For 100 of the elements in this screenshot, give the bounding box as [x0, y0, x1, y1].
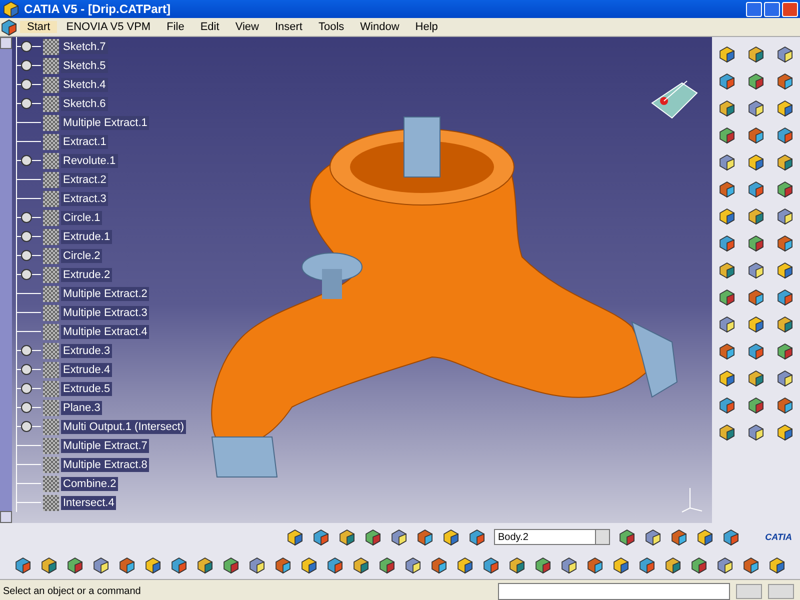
menu-item[interactable]: Window — [353, 21, 406, 33]
cube-icon[interactable] — [776, 342, 794, 360]
expand-icon[interactable] — [21, 345, 32, 356]
tree-item[interactable]: Multiple Extract.2 — [61, 286, 150, 300]
cube-icon[interactable] — [248, 556, 266, 574]
tree-item[interactable]: Multi Output.1 (Intersect) — [61, 420, 186, 434]
tree-item[interactable]: Sketch.4 — [61, 78, 108, 92]
tree-item[interactable]: Multiple Extract.4 — [61, 324, 150, 338]
tree-item[interactable]: Extract.2 — [61, 172, 108, 186]
cube-icon[interactable] — [222, 556, 240, 574]
expand-icon[interactable] — [21, 212, 32, 223]
cube-icon[interactable] — [746, 261, 765, 279]
cube-icon[interactable] — [722, 528, 740, 546]
cube-icon[interactable] — [644, 528, 662, 546]
tree-item[interactable]: Multiple Extract.1 — [61, 116, 150, 130]
cube-icon[interactable] — [746, 72, 765, 90]
3d-viewport[interactable] — [12, 37, 712, 523]
menu-item[interactable]: Edit — [193, 21, 226, 33]
cube-icon[interactable] — [170, 556, 188, 574]
cube-icon[interactable] — [696, 528, 714, 546]
cube-icon[interactable] — [776, 234, 794, 252]
cube-icon[interactable] — [364, 528, 382, 546]
cube-icon[interactable] — [776, 180, 794, 198]
cube-icon[interactable] — [718, 288, 736, 306]
command-field[interactable] — [498, 582, 730, 600]
cube-icon[interactable] — [718, 423, 736, 441]
expand-icon[interactable] — [21, 402, 32, 413]
tree-item[interactable]: Plane.3 — [61, 400, 102, 414]
expand-icon[interactable] — [21, 269, 32, 280]
tree-item[interactable]: Sketch.5 — [61, 58, 108, 72]
cube-icon[interactable] — [144, 556, 162, 574]
expand-icon[interactable] — [21, 79, 32, 90]
cube-icon[interactable] — [118, 556, 136, 574]
cube-icon[interactable] — [274, 556, 292, 574]
cube-icon[interactable] — [776, 423, 794, 441]
cube-icon[interactable] — [776, 207, 794, 225]
tree-item[interactable]: Extrude.4 — [61, 362, 112, 376]
cube-icon[interactable] — [768, 556, 786, 574]
cube-icon[interactable] — [286, 528, 304, 546]
expand-icon[interactable] — [21, 250, 32, 261]
cube-icon[interactable] — [404, 556, 422, 574]
tree-item[interactable]: Extrude.3 — [61, 344, 112, 358]
cube-icon[interactable] — [718, 315, 736, 333]
cube-icon[interactable] — [14, 556, 32, 574]
cube-icon[interactable] — [718, 153, 736, 171]
cube-icon[interactable] — [718, 234, 736, 252]
cube-icon[interactable] — [746, 45, 765, 63]
expand-icon[interactable] — [21, 60, 32, 71]
menu-item[interactable]: Tools — [311, 21, 352, 33]
cube-icon[interactable] — [718, 45, 736, 63]
cube-icon[interactable] — [670, 528, 688, 546]
cube-icon[interactable] — [746, 288, 765, 306]
cube-icon[interactable] — [718, 396, 736, 414]
cube-icon[interactable] — [430, 556, 448, 574]
cube-icon[interactable] — [746, 99, 765, 117]
cube-icon[interactable] — [718, 369, 736, 387]
cube-icon[interactable] — [776, 72, 794, 90]
expand-icon[interactable] — [21, 41, 32, 52]
cube-icon[interactable] — [416, 528, 434, 546]
menu-item[interactable]: View — [228, 21, 266, 33]
scroll-bar[interactable] — [0, 37, 12, 523]
expand-icon[interactable] — [21, 231, 32, 242]
cube-icon[interactable] — [40, 556, 58, 574]
cube-icon[interactable] — [618, 528, 636, 546]
cube-icon[interactable] — [776, 288, 794, 306]
cube-icon[interactable] — [776, 369, 794, 387]
tree-item[interactable]: Multiple Extract.3 — [61, 306, 150, 320]
app-icon[interactable] — [0, 18, 18, 36]
expand-icon[interactable] — [21, 98, 32, 109]
cube-icon[interactable] — [718, 261, 736, 279]
cube-icon[interactable] — [352, 556, 370, 574]
cube-icon[interactable] — [338, 528, 356, 546]
cube-icon[interactable] — [312, 528, 330, 546]
tree-item[interactable]: Extract.1 — [61, 134, 108, 148]
cube-icon[interactable] — [718, 126, 736, 144]
tree-item[interactable]: Extrude.2 — [61, 268, 112, 282]
body-selector[interactable]: Body.2 — [494, 529, 610, 545]
menu-item[interactable]: File — [160, 21, 192, 33]
cube-icon[interactable] — [718, 207, 736, 225]
cube-icon[interactable] — [776, 126, 794, 144]
scroll-down-button[interactable] — [0, 511, 12, 523]
tree-item[interactable]: Circle.1 — [61, 210, 102, 224]
cube-icon[interactable] — [746, 126, 765, 144]
tree-item[interactable]: Intersect.4 — [61, 496, 116, 510]
cube-icon[interactable] — [612, 556, 630, 574]
cube-icon[interactable] — [746, 396, 765, 414]
tree-item[interactable]: Revolute.1 — [61, 154, 118, 168]
cube-icon[interactable] — [300, 556, 318, 574]
cube-icon[interactable] — [456, 556, 474, 574]
expand-icon[interactable] — [21, 155, 32, 166]
cube-icon[interactable] — [390, 528, 408, 546]
cube-icon[interactable] — [442, 528, 460, 546]
cube-icon[interactable] — [742, 556, 760, 574]
tree-item[interactable]: Extrude.5 — [61, 382, 112, 396]
tree-item[interactable]: Multiple Extract.8 — [61, 458, 150, 472]
cube-icon[interactable] — [718, 342, 736, 360]
cube-icon[interactable] — [718, 72, 736, 90]
minimize-button[interactable] — [746, 2, 762, 16]
expand-icon[interactable] — [21, 383, 32, 394]
cube-icon[interactable] — [718, 180, 736, 198]
